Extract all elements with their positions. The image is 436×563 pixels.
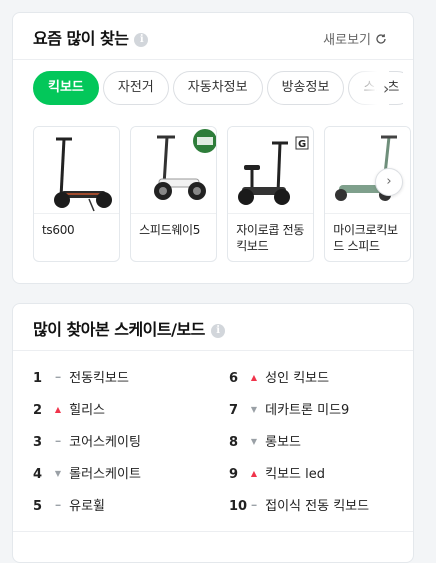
ranking-label: 힐리스 bbox=[69, 403, 106, 418]
product-card[interactable]: ts600 bbox=[33, 126, 120, 262]
ranking-column-left: 1 ━ 전동킥보드 2 ▲ 힐리스 3 ━ 코어스케이팅 4 ▼ 롤러스케이트 5 ━ 유… bbox=[33, 366, 213, 526]
carousel-next-icon[interactable]: › bbox=[375, 168, 403, 196]
product-card[interactable]: 마이크로킥보드 스피드 bbox=[324, 126, 412, 262]
rank-number: 3 bbox=[33, 435, 43, 450]
trending-title: 요즘 많이 찾는 i bbox=[33, 25, 149, 49]
ranking-label: 코어스케이팅 bbox=[69, 435, 141, 450]
product-name: 스피드웨이5 bbox=[139, 223, 201, 237]
trend-down-icon: ▼ bbox=[54, 469, 62, 478]
ranking-label: 롤러스케이트 bbox=[69, 467, 141, 482]
footer-divider bbox=[13, 531, 413, 532]
svg-text:G: G bbox=[298, 139, 306, 150]
popular-title: 많이 찾아본 스케이트/보드 i bbox=[33, 316, 225, 340]
ranking-item[interactable]: 10 ━ 접이식 전동 킥보드 bbox=[229, 494, 409, 526]
popular-title-text: 많이 찾아본 스케이트/보드 bbox=[33, 320, 205, 339]
popular-card: 많이 찾아본 스케이트/보드 i 1 ━ 전동킥보드 2 ▲ 힐리스 3 ━ 코어스케이… bbox=[12, 303, 414, 563]
trending-card: 요즘 많이 찾는 i 새로보기 킥보드자전거자동차정보방송정보스포츠 › bbox=[12, 12, 414, 284]
header-divider bbox=[13, 59, 413, 60]
rank-number: 9 bbox=[229, 467, 239, 482]
ranking-item[interactable]: 6 ▲ 성인 킥보드 bbox=[229, 366, 409, 398]
rank-number: 10 bbox=[229, 499, 248, 514]
refresh-icon bbox=[376, 33, 386, 44]
trend-same-icon: ━ bbox=[55, 437, 61, 446]
trending-title-text: 요즘 많이 찾는 bbox=[33, 29, 129, 48]
ranking-item[interactable]: 4 ▼ 롤러스케이트 bbox=[33, 462, 213, 494]
popular-header: 많이 찾아본 스케이트/보드 i bbox=[13, 304, 413, 350]
ranking-label: 전동킥보드 bbox=[69, 371, 129, 386]
product-card[interactable]: 스피드웨이5 bbox=[130, 126, 218, 262]
tab-car-info[interactable]: 자동차정보 bbox=[172, 71, 263, 105]
ranking-item[interactable]: 9 ▲ 킥보드 led bbox=[229, 462, 409, 494]
ranking-item[interactable]: 1 ━ 전동킥보드 bbox=[33, 366, 213, 398]
refresh-button[interactable]: 새로보기 bbox=[323, 29, 387, 48]
rank-number: 8 bbox=[229, 435, 239, 450]
rank-number: 2 bbox=[33, 403, 43, 418]
refresh-label: 새로보기 bbox=[323, 33, 371, 48]
rank-number: 1 bbox=[33, 371, 43, 386]
trend-down-icon: ▼ bbox=[250, 405, 258, 414]
trend-up-icon: ▲ bbox=[250, 373, 258, 382]
trend-up-icon: ▲ bbox=[54, 405, 62, 414]
rank-number: 6 bbox=[229, 371, 239, 386]
info-icon[interactable]: i bbox=[134, 33, 149, 47]
ranking-label: 데카트론 미드9 bbox=[265, 403, 350, 418]
ranking-item[interactable]: 8 ▼ 롱보드 bbox=[229, 430, 409, 462]
ranking-label: 유로휠 bbox=[69, 499, 106, 514]
product-card[interactable]: G 자이로콥 전동킥보드 bbox=[227, 126, 315, 262]
trend-same-icon: ━ bbox=[55, 501, 61, 510]
product-name: 자이로콥 전동킥보드 bbox=[236, 223, 305, 253]
trend-same-icon: ━ bbox=[251, 501, 257, 510]
ranking-item[interactable]: 5 ━ 유로휠 bbox=[33, 494, 213, 526]
dark-scooter-image bbox=[34, 127, 119, 214]
product-name: ts600 bbox=[42, 223, 75, 237]
category-tabs: 킥보드자전거자동차정보방송정보스포츠 bbox=[33, 71, 403, 107]
trend-same-icon: ━ bbox=[55, 373, 61, 382]
seated-scooter-image: G bbox=[228, 127, 314, 214]
trend-down-icon: ▼ bbox=[250, 437, 258, 446]
rank-number: 5 bbox=[33, 499, 43, 514]
ranking-label: 성인 킥보드 bbox=[265, 371, 330, 386]
ranking-item[interactable]: 2 ▲ 힐리스 bbox=[33, 398, 213, 430]
rank-number: 4 bbox=[33, 467, 43, 482]
info-icon[interactable]: i bbox=[210, 324, 225, 338]
trending-header: 요즘 많이 찾는 i 새로보기 bbox=[13, 13, 413, 59]
header-divider bbox=[13, 350, 413, 351]
ranking-item[interactable]: 3 ━ 코어스케이팅 bbox=[33, 430, 213, 462]
product-carousel: ts600 스피드웨이5 G 자이로콥 전동킥보드 마이크로킥보드 스피드 bbox=[33, 126, 415, 266]
ranking-column-right: 6 ▲ 성인 킥보드 7 ▼ 데카트론 미드9 8 ▼ 롱보드 9 ▲ 킥보드 led … bbox=[229, 366, 409, 526]
ranking-label: 킥보드 led bbox=[265, 467, 326, 482]
tabs-next-icon[interactable]: › bbox=[383, 79, 399, 98]
tab-bicycle[interactable]: 자전거 bbox=[102, 71, 169, 105]
ranking-item[interactable]: 7 ▼ 데카트론 미드9 bbox=[229, 398, 409, 430]
ranking-label: 접이식 전동 킥보드 bbox=[265, 499, 370, 514]
green-kickboard-image bbox=[325, 127, 411, 214]
ranking-label: 롱보드 bbox=[265, 435, 302, 450]
rank-number: 7 bbox=[229, 403, 239, 418]
tab-broadcast-info[interactable]: 방송정보 bbox=[266, 71, 345, 105]
trend-up-icon: ▲ bbox=[250, 469, 258, 478]
white-scooter-image bbox=[131, 127, 217, 214]
product-name: 마이크로킥보드 스피드 bbox=[333, 223, 398, 253]
tab-kickboard[interactable]: 킥보드 bbox=[33, 71, 99, 105]
